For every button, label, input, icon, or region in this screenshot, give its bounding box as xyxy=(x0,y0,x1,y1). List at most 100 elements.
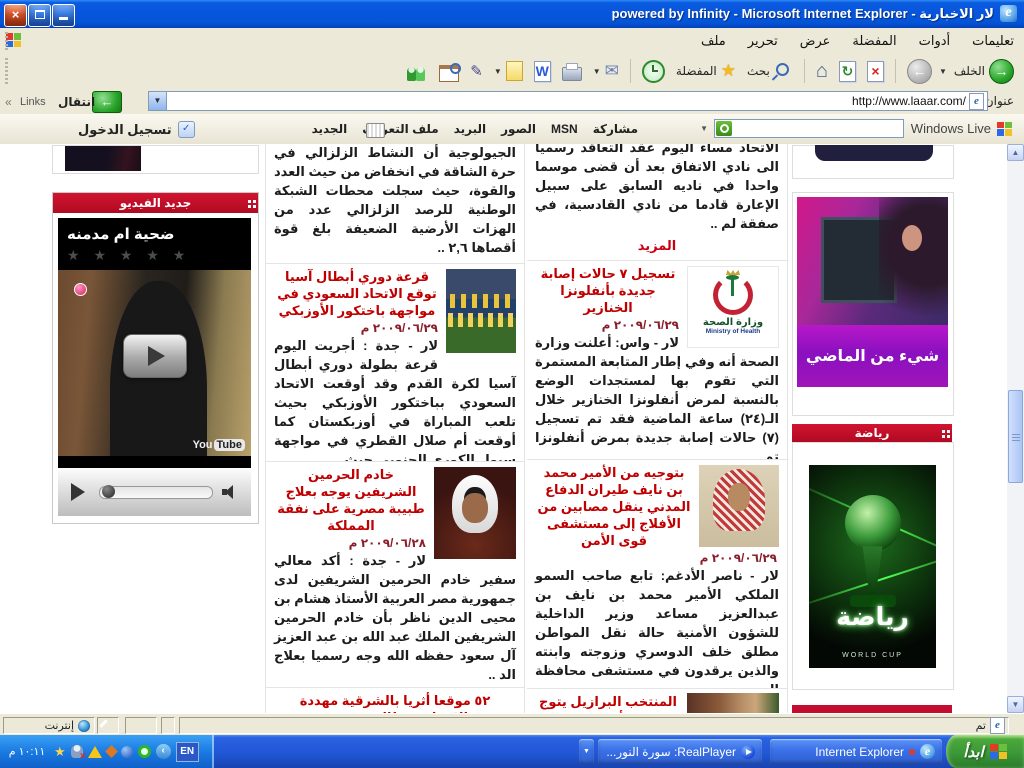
article-image-prince-portrait[interactable] xyxy=(699,465,779,547)
trophy-stem-shape xyxy=(860,546,886,596)
article-image-king-portrait[interactable] xyxy=(434,467,516,559)
edit-with-word-button[interactable]: W xyxy=(530,59,555,84)
banner-image-cutoff[interactable] xyxy=(815,145,933,161)
sign-in-button[interactable]: ✓ تسجيل الدخول xyxy=(78,121,195,138)
minimize-button[interactable] xyxy=(52,4,75,27)
history-icon xyxy=(642,60,665,83)
article-image-stadium[interactable] xyxy=(687,693,779,713)
taskbar-button-realplayer[interactable]: RealPlayer: سورة النور... xyxy=(598,739,762,764)
hide-icons-chevron[interactable]: ‹ xyxy=(156,744,171,759)
edit-button[interactable]: ✎ xyxy=(466,60,487,82)
video-controls xyxy=(58,468,251,516)
status-pane xyxy=(125,717,157,734)
player-progress-bar[interactable] xyxy=(99,486,213,499)
more-link[interactable]: المزيد xyxy=(535,238,779,254)
menu-view[interactable]: عرض xyxy=(800,33,831,49)
article-headline[interactable]: ٥٢ موقعا أثريا بالشرقية مهددة بالاندثار … xyxy=(274,691,516,713)
refresh-button[interactable]: ↻ xyxy=(835,59,860,84)
live-item-photos[interactable]: الصور xyxy=(501,122,536,136)
search-icon xyxy=(776,63,789,76)
vertical-scrollbar[interactable]: ▲ ▼ xyxy=(1007,144,1024,713)
taskbar-button-internet-explorer[interactable]: e Internet Explorer xyxy=(770,739,942,764)
back-button[interactable]: → الخلف xyxy=(950,57,1018,86)
research-button[interactable] xyxy=(435,58,463,84)
search-button[interactable]: بحث xyxy=(743,59,797,84)
live-item-msn[interactable]: MSN xyxy=(551,122,578,136)
menu-edit[interactable]: تحرير xyxy=(748,33,778,49)
messenger-button[interactable] xyxy=(402,59,432,83)
form-fill-icon[interactable] xyxy=(366,123,385,138)
links-toolbar[interactable]: Links xyxy=(20,96,46,108)
start-button[interactable]: ابدأ xyxy=(946,735,1024,768)
favorites-button[interactable]: ★ المفضلة xyxy=(672,59,740,83)
history-button[interactable] xyxy=(638,58,669,85)
notes-button[interactable]: ▼ xyxy=(490,59,527,83)
go-button[interactable]: ← xyxy=(92,91,122,113)
widget-dots-icon xyxy=(248,200,251,203)
print-icon xyxy=(562,67,582,81)
article-image-ministry-of-health-logo[interactable]: وزارة الصحة Ministry of Health xyxy=(687,266,779,348)
address-dropdown-icon[interactable]: ▼ xyxy=(149,92,167,110)
windows-live-logo xyxy=(997,122,1012,136)
go-label: انتقال xyxy=(58,95,95,109)
live-search-icon[interactable] xyxy=(716,121,732,136)
window-titlebar: × لار الاخبارية - powered by Infinity - … xyxy=(0,0,1024,28)
tray-messenger-offline-icon[interactable] xyxy=(71,745,83,758)
taskbar-chevron-button[interactable]: ▼ xyxy=(579,739,594,764)
blocked-content-pane[interactable] xyxy=(97,717,119,734)
live-item-share[interactable]: مشاركة xyxy=(593,122,638,136)
tray-app-icon-green[interactable] xyxy=(138,745,151,758)
home-button[interactable]: ⌂ xyxy=(812,59,832,83)
scrollbar-thumb[interactable] xyxy=(1008,390,1023,483)
menubar-grip[interactable] xyxy=(5,32,8,50)
palm-icon xyxy=(731,278,734,296)
live-search-input[interactable] xyxy=(714,119,904,138)
player-progress-knob[interactable] xyxy=(102,485,115,498)
tray-app-icon-orange[interactable] xyxy=(105,745,118,758)
address-input[interactable]: ▼ http://www.laaar.com/ e xyxy=(148,91,988,111)
close-button[interactable]: × xyxy=(4,4,27,27)
article-image-team-photo[interactable] xyxy=(446,269,516,353)
menu-file[interactable]: ملف xyxy=(701,33,726,49)
scroll-down-button[interactable]: ▼ xyxy=(1007,696,1024,713)
article-heritage-sites: ٥٢ موقعا أثريا بالشرقية مهددة بالاندثار … xyxy=(266,687,524,713)
back-dropdown[interactable]: ▼ xyxy=(939,67,947,76)
live-search-dropdown[interactable]: ▼ xyxy=(700,124,708,133)
video-rating-stars[interactable]: ★ ★ ★ ★ ★ xyxy=(58,244,251,270)
player-volume-icon[interactable] xyxy=(222,485,238,499)
print-button[interactable] xyxy=(558,59,586,83)
stop-icon: × xyxy=(867,61,884,82)
menu-help[interactable]: تعليمات xyxy=(972,33,1014,49)
taskbar-clock[interactable]: ١٠:١١ م xyxy=(5,745,49,758)
restore-button[interactable] xyxy=(28,4,51,27)
thumbnail-image[interactable] xyxy=(65,146,141,171)
video-title: ضحية ام مدمنه xyxy=(58,218,251,244)
forward-button[interactable]: ← xyxy=(903,57,936,86)
stop-button[interactable]: × xyxy=(863,59,888,84)
live-item-whats-new[interactable]: الجديد xyxy=(312,122,348,136)
chevron-icon[interactable]: « xyxy=(5,95,12,109)
toolbar-grip[interactable] xyxy=(5,58,8,84)
tray-warning-icon[interactable] xyxy=(88,746,102,758)
tray-app-icon-blue[interactable] xyxy=(121,746,133,758)
youtube-player[interactable]: ضحية ام مدمنه ★ ★ ★ ★ ★ YouTube xyxy=(58,218,251,516)
menu-favorites[interactable]: المفضلة xyxy=(852,33,896,49)
video-frame[interactable]: YouTube xyxy=(58,270,251,456)
play-overlay-button[interactable] xyxy=(123,334,187,378)
language-indicator[interactable]: EN xyxy=(176,742,199,762)
status-pane xyxy=(161,717,175,734)
youtube-logo: YouTube xyxy=(193,439,245,451)
taskbar-button-label: RealPlayer: سورة النور... xyxy=(606,745,736,759)
live-item-mail[interactable]: البريد xyxy=(454,122,486,136)
past-banner[interactable]: شيء من الماضي xyxy=(797,197,948,387)
article-acl-draw: قرعة دوري أبطال آسيا توقع الاتحاد السعود… xyxy=(266,263,524,461)
note-icon xyxy=(506,61,523,81)
menu-tools[interactable]: أدوات xyxy=(919,33,951,49)
scroll-up-button[interactable]: ▲ xyxy=(1007,144,1024,161)
mail-button[interactable]: ✉ ▼ xyxy=(589,59,623,83)
sports-banner-image[interactable]: رياضة WORLD CUP xyxy=(809,465,936,668)
toolbar-separator xyxy=(804,59,805,83)
tray-star-icon[interactable]: ★ xyxy=(54,745,66,758)
messenger-icon xyxy=(406,61,428,81)
player-play-button[interactable] xyxy=(71,483,85,501)
